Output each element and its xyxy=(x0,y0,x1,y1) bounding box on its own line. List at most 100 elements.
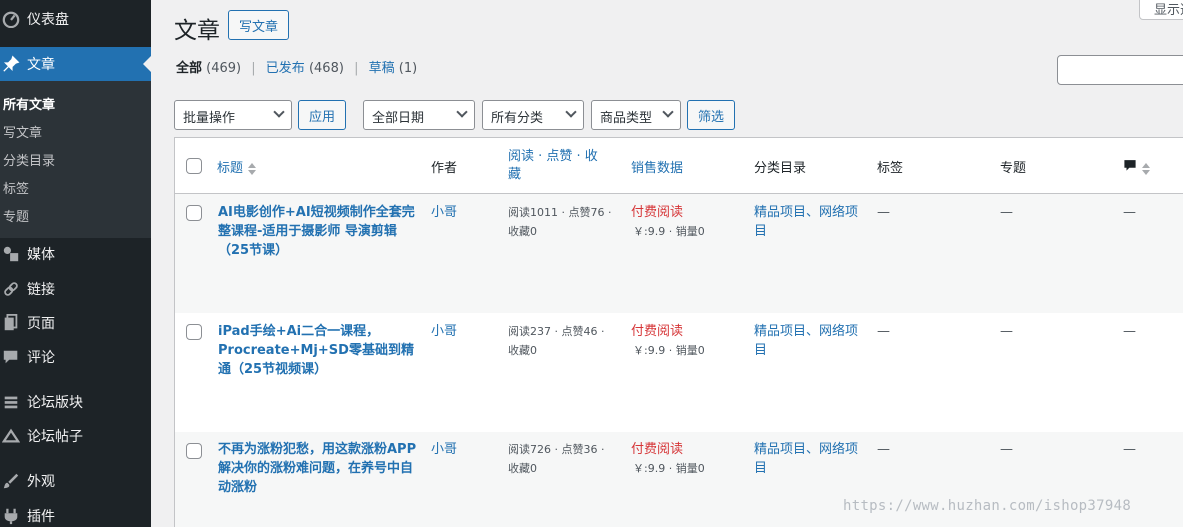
post-stats: 阅读237 · 点赞46 · 收藏0 xyxy=(508,325,605,357)
menu-plugins[interactable]: 插件 xyxy=(0,499,151,527)
menu-label: 评论 xyxy=(27,350,55,366)
screen-options-button[interactable]: 显示选项 xyxy=(1139,0,1183,20)
post-stats: 阅读1011 · 点赞76 · 收藏0 xyxy=(508,206,612,238)
table-header: 标题 作者 阅读 · 点赞 · 收藏 销售数据 分类目录 标签 专题 xyxy=(175,138,1183,194)
view-all[interactable]: 全部 xyxy=(176,61,202,76)
post-categories[interactable]: 精品项目、网络项目 xyxy=(754,203,864,241)
filter-button[interactable]: 筛选 xyxy=(687,100,735,130)
post-title-link[interactable]: iPad手绘+Ai二合一课程，Procreate+Mj+SD零基础到精通（25节… xyxy=(218,322,418,379)
view-separator: | xyxy=(251,61,256,76)
apply-button[interactable]: 应用 xyxy=(298,100,346,130)
post-author-link[interactable]: 小哥 xyxy=(431,203,457,222)
menu-comments[interactable]: 评论 xyxy=(0,340,151,374)
post-author-link[interactable]: 小哥 xyxy=(431,322,457,341)
view-published-count: (468) xyxy=(308,61,344,76)
menu-label: 文章 xyxy=(27,57,55,73)
comment-bubble-icon xyxy=(1124,160,1136,171)
pin-icon xyxy=(0,55,27,73)
forum-icon xyxy=(0,393,27,411)
submenu-topics[interactable]: 专题 xyxy=(3,206,29,225)
media-icon xyxy=(0,245,27,263)
posts-submenu: 所有文章 写文章 分类目录 标签 专题 xyxy=(0,81,151,238)
column-topics: 专题 xyxy=(1000,161,1027,176)
menu-label: 页面 xyxy=(27,316,55,332)
plugin-icon xyxy=(0,507,27,525)
posts-table: 标题 作者 阅读 · 点赞 · 收藏 销售数据 分类目录 标签 专题 AI电影创… xyxy=(174,137,1183,527)
menu-media[interactable]: 媒体 xyxy=(0,237,151,271)
product-type-select[interactable]: 商品类型 xyxy=(591,100,681,130)
date-filter-select[interactable]: 全部日期 xyxy=(363,100,475,130)
product-type-value: 商品类型 xyxy=(600,111,653,126)
add-new-post-button[interactable]: 写文章 xyxy=(228,10,289,40)
post-comments: — xyxy=(1123,324,1136,339)
menu-label: 链接 xyxy=(27,282,55,298)
post-categories[interactable]: 精品项目、网络项目 xyxy=(754,322,864,360)
row-checkbox[interactable] xyxy=(186,205,202,221)
post-topics: — xyxy=(1000,442,1013,457)
category-filter-select[interactable]: 所有分类 xyxy=(482,100,584,130)
post-tags: — xyxy=(877,442,890,457)
column-author: 作者 xyxy=(431,161,458,176)
column-title-label: 标题 xyxy=(217,161,244,176)
view-published[interactable]: 已发布 xyxy=(266,61,305,76)
column-title[interactable]: 标题 xyxy=(217,157,257,176)
view-drafts[interactable]: 草稿 xyxy=(369,61,395,76)
submenu-new-post[interactable]: 写文章 xyxy=(3,122,42,141)
row-checkbox[interactable] xyxy=(186,324,202,340)
menu-topics[interactable]: 论坛帖子 xyxy=(0,419,151,453)
chevron-down-icon xyxy=(565,106,577,118)
price-sales: ￥:9.9 · 销量0 xyxy=(633,344,705,357)
sort-icon xyxy=(247,162,257,176)
post-topics: — xyxy=(1000,205,1013,220)
chevron-down-icon xyxy=(456,106,468,118)
watermark-text: https://www.huzhan.com/ishop37948 xyxy=(843,498,1132,514)
post-tags: — xyxy=(877,324,890,339)
main-content: 文章 写文章 显示选项 全部 (469) | 已发布 (468) | 草稿 (1… xyxy=(151,0,1183,527)
post-title-link[interactable]: 不再为涨粉犯愁，用这款涨粉APP解决你的涨粉难问题，在养号中自动涨粉 xyxy=(218,440,418,497)
post-status-views: 全部 (469) | 已发布 (468) | 草稿 (1) xyxy=(176,57,417,76)
table-row: AI电影创作+AI短视频制作全套完整课程-适用于摄影师 导演剪辑（25节课） 小… xyxy=(175,194,1183,313)
post-title-link[interactable]: AI电影创作+AI短视频制作全套完整课程-适用于摄影师 导演剪辑（25节课） xyxy=(218,203,418,260)
view-separator: | xyxy=(354,61,359,76)
view-drafts-count: (1) xyxy=(398,61,418,76)
pages-icon xyxy=(0,314,27,332)
dashboard-icon xyxy=(0,10,27,28)
link-icon xyxy=(0,280,27,298)
post-comments: — xyxy=(1123,205,1136,220)
submenu-all-posts[interactable]: 所有文章 xyxy=(3,94,55,113)
submenu-categories[interactable]: 分类目录 xyxy=(3,150,55,169)
topic-icon xyxy=(0,427,27,445)
menu-label: 论坛版块 xyxy=(27,395,83,411)
row-checkbox[interactable] xyxy=(186,443,202,459)
menu-dashboard[interactable]: 仪表盘 xyxy=(0,2,151,36)
bulk-action-value: 批量操作 xyxy=(183,111,236,126)
paid-badge: 付费阅读 xyxy=(631,324,684,339)
date-filter-value: 全部日期 xyxy=(372,111,425,126)
menu-pages[interactable]: 页面 xyxy=(0,306,151,340)
post-author-link[interactable]: 小哥 xyxy=(431,440,457,459)
comment-icon xyxy=(0,348,27,366)
sort-icon xyxy=(1141,162,1151,176)
view-all-count: (469) xyxy=(206,61,242,76)
submenu-tags[interactable]: 标签 xyxy=(3,178,29,197)
menu-label: 外观 xyxy=(27,474,55,490)
column-comments[interactable] xyxy=(1123,158,1151,176)
brush-icon xyxy=(0,472,27,490)
search-posts-input[interactable] xyxy=(1057,55,1183,85)
bulk-action-select[interactable]: 批量操作 xyxy=(174,100,292,130)
select-all-checkbox[interactable] xyxy=(186,158,202,174)
column-sales[interactable]: 销售数据 xyxy=(631,157,683,176)
post-stats: 阅读726 · 点赞36 · 收藏0 xyxy=(508,443,605,475)
table-row: iPad手绘+Ai二合一课程，Procreate+Mj+SD零基础到精通（25节… xyxy=(175,313,1183,432)
menu-label: 插件 xyxy=(27,509,55,525)
post-categories[interactable]: 精品项目、网络项目 xyxy=(754,440,864,478)
menu-links[interactable]: 链接 xyxy=(0,272,151,306)
menu-label: 媒体 xyxy=(27,247,55,263)
menu-label: 论坛帖子 xyxy=(27,429,83,445)
menu-appearance[interactable]: 外观 xyxy=(0,464,151,498)
column-stats[interactable]: 阅读 · 点赞 · 收藏 xyxy=(508,148,608,184)
menu-posts[interactable]: 文章 xyxy=(0,47,151,81)
menu-forums[interactable]: 论坛版块 xyxy=(0,385,151,419)
category-filter-value: 所有分类 xyxy=(491,111,544,126)
price-sales: ￥:9.9 · 销量0 xyxy=(633,462,705,475)
